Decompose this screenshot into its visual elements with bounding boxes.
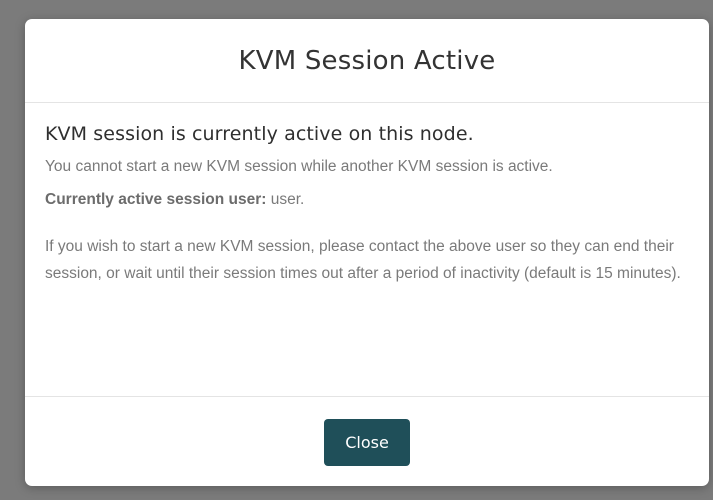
active-session-user: Currently active session user: user. (45, 191, 689, 209)
modal-title: KVM Session Active (238, 45, 496, 76)
session-active-heading: KVM session is currently active on this … (45, 123, 474, 145)
modal-header: KVM Session Active (25, 19, 709, 103)
modal-body: KVM session is currently active on this … (25, 103, 709, 397)
modal-footer: Close (25, 397, 709, 485)
cannot-start-message: You cannot start a new KVM session while… (45, 158, 553, 175)
kvm-session-dialog: KVM Session Active KVM session is curren… (25, 19, 709, 486)
close-button[interactable]: Close (324, 418, 410, 466)
active-user-label: Currently active session user: (45, 191, 267, 208)
active-user-value: user. (266, 191, 305, 208)
info-message: If you wish to start a new KVM session, … (45, 238, 681, 282)
